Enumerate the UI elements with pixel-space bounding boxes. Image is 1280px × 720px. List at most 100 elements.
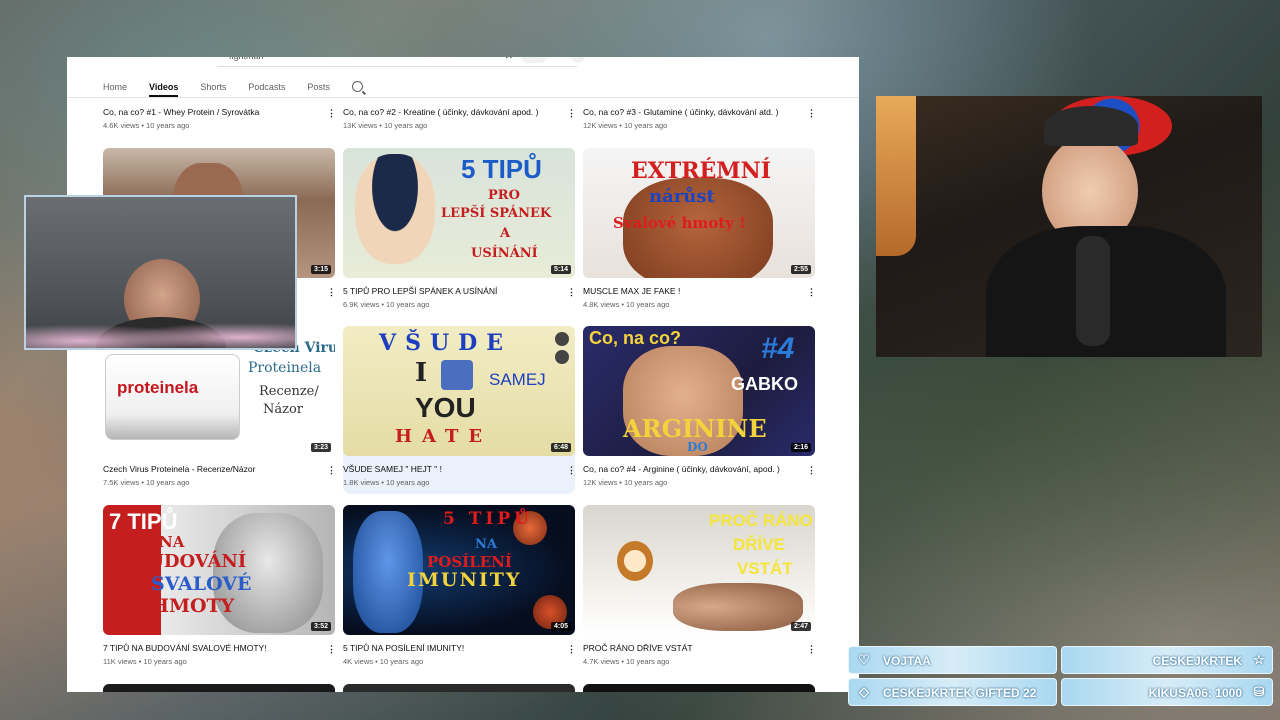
- more-options-icon[interactable]: ⋮: [567, 288, 576, 297]
- microphone-icon[interactable]: [571, 57, 585, 63]
- more-options-icon[interactable]: ⋮: [327, 645, 336, 654]
- tab-podcasts[interactable]: Podcasts: [248, 79, 285, 97]
- video-thumbnail[interactable]: Co, na co? #4 GABKO ARGININE DO 2:16: [583, 326, 815, 456]
- video-card[interactable]: VŠUDE I SAMEJ YOU HATE 6:48 VŠUDE SAMEJ …: [343, 326, 576, 494]
- guest-webcam: [24, 195, 297, 350]
- thumb-text: 7 TIPŮ: [109, 509, 178, 534]
- video-thumbnail[interactable]: 5 TIPŮ PRO LEPŠÍ SPÁNEK A USÍNÁNÍ 5:14: [343, 148, 575, 278]
- search-input[interactable]: fightman: [229, 57, 264, 61]
- video-duration: 5:14: [550, 265, 571, 274]
- more-options-icon[interactable]: ⋮: [807, 466, 816, 475]
- video-duration: 6:48: [550, 443, 571, 452]
- more-options-icon[interactable]: ⋮: [327, 109, 336, 118]
- video-duration: 3:52: [310, 622, 331, 631]
- video-meta: 4.8K views • 10 years ago: [583, 300, 670, 309]
- tab-shorts[interactable]: Shorts: [200, 79, 226, 97]
- more-options-icon[interactable]: ⋮: [807, 109, 816, 118]
- video-meta: 4.6K views • 10 years ago: [103, 121, 190, 130]
- search-button[interactable]: [521, 57, 547, 63]
- more-options-icon[interactable]: ⋮: [327, 466, 336, 475]
- video-duration: 2:16: [790, 443, 811, 452]
- thumb-text: Svalové hmoty !: [613, 214, 746, 232]
- video-card[interactable]: Co, na co? #1 - Whey Protein / Syrovátka…: [103, 99, 336, 130]
- video-title[interactable]: Co, na co? #2 - Kreatine ( účinky, dávko…: [343, 107, 558, 117]
- alert-follow: ♡ VOJTAA: [848, 646, 1057, 674]
- video-title[interactable]: MUSCLE MAX JE FAKE !: [583, 286, 798, 296]
- video-title[interactable]: 7 TIPŮ NA BUDOVÁNÍ SVALOVÉ HMOTY!: [103, 643, 318, 653]
- diamond-icon: ◇: [859, 684, 869, 699]
- thumb-text: GABKO: [731, 374, 798, 394]
- video-thumbnail[interactable]: PROČ RÁNO DŘÍVE VSTÁT 2:47: [583, 505, 815, 635]
- thumb-text: USÍNÁNÍ: [471, 246, 538, 261]
- video-card[interactable]: Co, na co? #2 - Kreatine ( účinky, dávko…: [343, 99, 576, 130]
- cap: [1044, 106, 1138, 146]
- tab-videos[interactable]: Videos: [149, 79, 179, 97]
- thumb-text: PRO: [488, 188, 520, 203]
- thumb-text: SAMEJ: [489, 370, 546, 389]
- video-thumbnail[interactable]: 7 TIPŮ NA BUDOVÁNÍ SVALOVÉ HMOTY 3:52: [103, 505, 335, 635]
- cherry-blossom-decoration: [26, 312, 295, 348]
- star-icon: ☆: [1253, 652, 1265, 667]
- video-card[interactable]: 7 TIPŮ NA BUDOVÁNÍ SVALOVÉ HMOTY 3:52 7 …: [103, 505, 336, 666]
- video-meta: 4.7K views • 10 years ago: [583, 657, 670, 666]
- video-thumbnail[interactable]: VŠUDE I SAMEJ YOU HATE 6:48: [343, 326, 575, 456]
- tabs-divider: [67, 97, 859, 98]
- thumb-text: SVALOVÉ: [151, 573, 252, 595]
- add-to-queue-icon[interactable]: [555, 350, 569, 364]
- clear-search-icon[interactable]: ✕: [505, 57, 513, 62]
- video-card[interactable]: PROČ RÁNO DŘÍVE VSTÁT 2:47 PROČ RÁNO DŘÍ…: [583, 505, 816, 666]
- thumbs-down-icon: [441, 360, 473, 390]
- thumb-text: EXTRÉMNÍ: [631, 158, 772, 184]
- thumb-text: NA: [475, 537, 497, 552]
- video-title[interactable]: Co, na co? #1 - Whey Protein / Syrovátka: [103, 107, 318, 117]
- thumb-text: Co, na co?: [589, 328, 682, 348]
- video-title[interactable]: 5 TIPŮ PRO LEPŠÍ SPÁNEK A USÍNÁNÍ: [343, 286, 558, 296]
- more-options-icon[interactable]: ⋮: [567, 109, 576, 118]
- more-options-icon[interactable]: ⋮: [567, 645, 576, 654]
- thumb-text: Recenze/: [259, 384, 319, 399]
- video-title[interactable]: Co, na co? #3 - Glutamine ( účinky, dávk…: [583, 107, 798, 117]
- video-meta: 11K views • 10 years ago: [103, 657, 187, 666]
- anime-character: [355, 154, 435, 264]
- thumb-text: Názor: [263, 402, 304, 417]
- tab-posts[interactable]: Posts: [307, 79, 330, 97]
- video-thumbnail[interactable]: [103, 684, 335, 692]
- video-card[interactable]: 5 TIPŮ PRO LEPŠÍ SPÁNEK A USÍNÁNÍ 5:14 5…: [343, 148, 576, 309]
- video-title[interactable]: PROČ RÁNO DŘÍVE VSTÁT: [583, 643, 798, 653]
- streamer-webcam: [876, 96, 1262, 357]
- video-thumbnail[interactable]: EXTRÉMNÍ nárůst Svalové hmoty ! 2:55: [583, 148, 815, 278]
- video-thumbnail[interactable]: [583, 684, 815, 692]
- video-duration: 3:15: [310, 265, 331, 274]
- thumb-text: VSTÁT: [737, 559, 793, 578]
- microphone-icon: [1076, 236, 1110, 346]
- more-options-icon[interactable]: ⋮: [807, 645, 816, 654]
- thumb-text: 5 TIPŮ: [443, 509, 533, 529]
- video-card[interactable]: Co, na co? #3 - Glutamine ( účinky, dávk…: [583, 99, 816, 130]
- heart-icon: ♡: [858, 652, 870, 667]
- video-duration: 3:23: [310, 443, 331, 452]
- video-meta: 6.9K views • 10 years ago: [343, 300, 430, 309]
- thumb-text: DŘÍVE: [733, 535, 785, 554]
- alert-text: CESKEJKRTEK: [1152, 654, 1242, 668]
- more-options-icon[interactable]: ⋮: [807, 288, 816, 297]
- channel-search-icon[interactable]: [351, 81, 363, 92]
- video-title[interactable]: VŠUDE SAMEJ " HEJT " !: [343, 464, 558, 474]
- tab-home[interactable]: Home: [103, 79, 127, 97]
- thumb-text: LEPŠÍ SPÁNEK: [441, 206, 552, 221]
- video-card[interactable]: Co, na co? #4 GABKO ARGININE DO 2:16 Co,…: [583, 326, 816, 487]
- more-options-icon[interactable]: ⋮: [567, 466, 576, 475]
- alert-text: CESKEJKRTEK GIFTED 22: [883, 686, 1037, 700]
- video-thumbnail[interactable]: [343, 684, 575, 692]
- thumb-text: nárůst: [649, 186, 715, 207]
- video-card[interactable]: 5 TIPŮ NA POSÍLENÍ IMUNITY 4:05 5 TIPŮ N…: [343, 505, 576, 666]
- video-card[interactable]: proteinela Czech Virus Proteinela Recenz…: [103, 326, 336, 487]
- watch-later-icon[interactable]: [555, 332, 569, 346]
- video-title[interactable]: 5 TIPŮ NA POSÍLENÍ IMUNITY!: [343, 643, 558, 653]
- search-bar[interactable]: fightman ✕: [217, 57, 585, 67]
- more-options-icon[interactable]: ⋮: [327, 288, 336, 297]
- video-title[interactable]: Co, na co? #4 - Arginine ( účinky, dávko…: [583, 464, 798, 474]
- video-title[interactable]: Czech Virus Proteinela - Recenze/Názor: [103, 464, 318, 474]
- thumb-text: VŠUDE: [379, 330, 512, 356]
- video-thumbnail[interactable]: 5 TIPŮ NA POSÍLENÍ IMUNITY 4:05: [343, 505, 575, 635]
- video-card[interactable]: EXTRÉMNÍ nárůst Svalové hmoty ! 2:55 MUS…: [583, 148, 816, 309]
